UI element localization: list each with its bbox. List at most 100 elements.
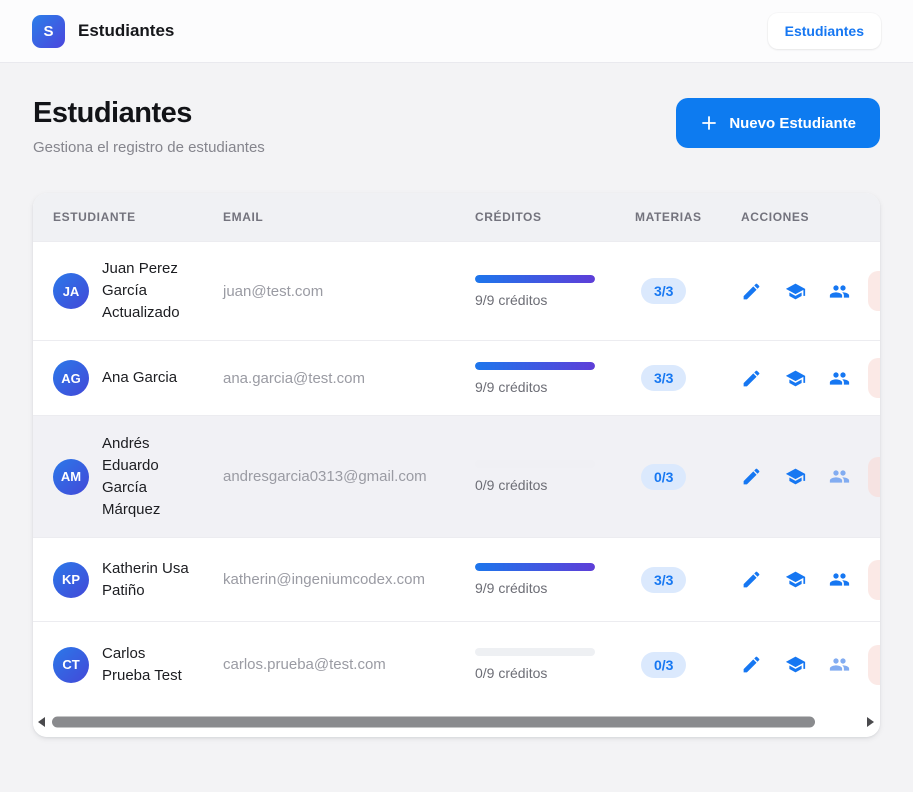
pencil-icon [741,281,762,302]
credits-cell: 9/9 créditos [475,361,635,395]
column-header-email: Email [223,210,264,224]
edit-button[interactable] [741,569,762,590]
student-cell: AM Andrés Eduardo García Márquez [53,433,223,521]
credits-label: 0/9 créditos [475,477,548,493]
actions-cell [741,654,868,675]
school-icon [785,569,806,590]
materias-badge: 0/3 [641,651,687,678]
credits-cell: 0/9 créditos [475,648,635,681]
scrollbar-right-arrow-icon[interactable] [867,717,874,727]
subjects-button[interactable] [785,569,806,590]
delete-button[interactable] [868,559,880,600]
student-name: Ana Garcia [102,369,178,386]
school-icon [785,654,806,675]
credits-label: 9/9 créditos [475,378,548,395]
avatar: JA [53,273,89,309]
plus-icon [700,114,718,132]
page-title: Estudiantes [33,97,192,129]
peers-button[interactable] [829,368,850,389]
peers-button[interactable] [829,654,850,675]
materias-cell: 3/3 [635,278,741,304]
actions-cell [741,281,868,302]
page-header: Estudiantes Gestiona el registro de estu… [33,97,880,156]
table-row: AM Andrés Eduardo García Márquez andresg… [33,415,880,537]
actions-cell [741,466,868,487]
table-row: JA Juan Perez García Actualizado juan@te… [33,241,880,340]
scrollbar-thumb[interactable] [52,716,815,728]
subjects-button[interactable] [785,281,806,302]
peers-button[interactable] [829,281,850,302]
group-icon [829,654,850,675]
new-student-button-label: Nuevo Estudiante [729,114,856,132]
delete-button[interactable] [868,358,880,398]
scrollbar-left-arrow-icon[interactable] [38,717,45,727]
table-row: AG Ana Garcia ana.garcia@test.com 9/9 cr… [33,340,880,415]
column-header-materias: Materias [635,210,702,224]
materias-badge: 0/3 [641,463,687,490]
credits-progress-track [475,361,595,370]
credits-progress-track [475,274,595,283]
delete-button[interactable] [868,456,880,497]
subjects-button[interactable] [785,368,806,389]
credits-progress-track [475,563,595,571]
credits-label: 9/9 créditos [475,291,548,308]
group-icon [829,368,850,389]
students-table-card: Estudiante Email Créditos Materias Accio… [33,193,880,737]
student-name: Katherin Usa Patiño [102,559,189,599]
materias-cell: 0/3 [635,651,741,678]
table-row: CT Carlos Prueba Test carlos.prueba@test… [33,621,880,707]
student-cell: AG Ana Garcia [53,360,223,396]
student-email: andresgarcia0313@gmail.com [223,468,427,485]
app-title: Estudiantes [78,21,175,40]
student-cell: JA Juan Perez García Actualizado [53,258,223,324]
edit-button[interactable] [741,281,762,302]
student-email: carlos.prueba@test.com [223,656,386,673]
school-icon [785,368,806,389]
page-subtitle: Gestiona el registro de estudiantes [33,139,265,156]
main-content: Estudiantes Gestiona el registro de estu… [0,97,913,737]
student-email: juan@test.com [223,282,324,300]
avatar: CT [53,646,89,683]
credits-progress-fill [475,361,595,370]
credits-progress-track [475,648,595,656]
avatar: KP [53,561,89,598]
school-icon [785,466,806,487]
credits-label: 9/9 créditos [475,580,548,596]
subjects-button[interactable] [785,466,806,487]
materias-cell: 3/3 [635,566,741,593]
student-cell: CT Carlos Prueba Test [53,643,223,687]
horizontal-scrollbar[interactable] [33,707,880,737]
pencil-icon [741,368,762,389]
materias-badge: 3/3 [641,566,687,593]
new-student-button[interactable]: Nuevo Estudiante [676,98,880,148]
nav-estudiantes-button[interactable]: Estudiantes [767,13,881,49]
peers-button[interactable] [829,569,850,590]
actions-cell [741,569,868,590]
materias-badge: 3/3 [641,365,687,391]
edit-button[interactable] [741,654,762,675]
table-header-row: Estudiante Email Créditos Materias Accio… [33,193,880,241]
edit-button[interactable] [741,466,762,487]
actions-cell [741,368,868,389]
group-icon [829,466,850,487]
credits-progress-fill [475,563,595,571]
table-row: KP Katherin Usa Patiño katherin@ingenium… [33,537,880,621]
student-name: Andrés Eduardo García Márquez [102,434,161,518]
group-icon [829,281,850,302]
table-scroll-viewport: Estudiante Email Créditos Materias Accio… [33,193,880,707]
edit-button[interactable] [741,368,762,389]
peers-button[interactable] [829,466,850,487]
materias-cell: 3/3 [635,365,741,391]
avatar: AM [53,458,89,495]
delete-button[interactable] [868,271,880,311]
delete-button[interactable] [868,644,880,685]
materias-badge: 3/3 [641,278,687,304]
page-heading-group: Estudiantes Gestiona el registro de estu… [33,97,265,156]
table-inner: Estudiante Email Créditos Materias Accio… [33,193,880,707]
credits-label: 0/9 créditos [475,665,548,681]
navbar-brand: S Estudiantes [32,14,175,48]
subjects-button[interactable] [785,654,806,675]
student-name: Carlos Prueba Test [102,644,182,684]
column-header-estudiante: Estudiante [53,210,136,224]
student-email: ana.garcia@test.com [223,369,365,387]
